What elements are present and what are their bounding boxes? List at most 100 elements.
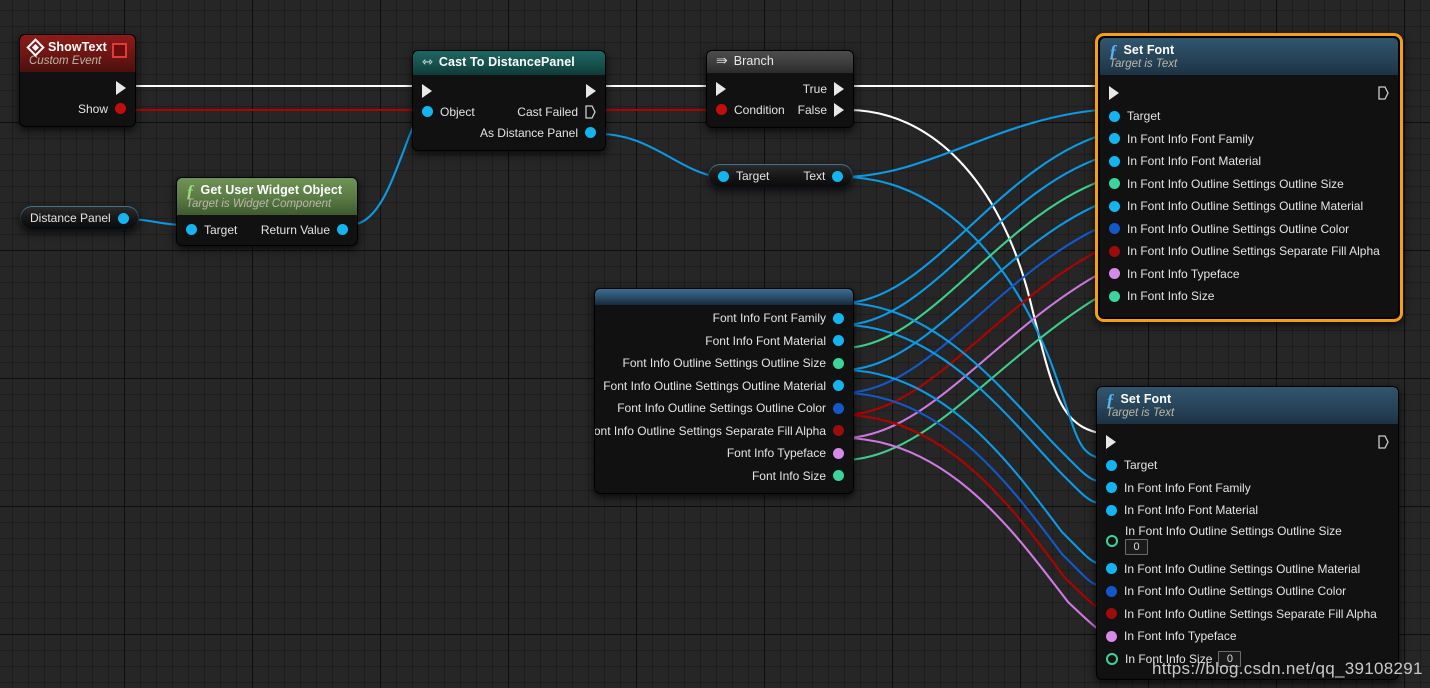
pin-row-separate-fill-alpha[interactable]: Font Info Outline Settings Separate Fill…: [595, 420, 853, 443]
pin-row-outline-material[interactable]: In Font Info Outline Settings Outline Ma…: [1100, 195, 1398, 218]
float-input-pin[interactable]: [1109, 178, 1120, 190]
pin-row-outline-size[interactable]: Font Info Outline Settings Outline Size: [595, 352, 853, 375]
object-input-pin[interactable]: [1109, 155, 1120, 167]
object-input-pin[interactable]: [1106, 482, 1117, 494]
bool-input-pin[interactable]: [1109, 245, 1120, 257]
node-body: Target In Font Info Font Family In Font …: [1097, 424, 1398, 679]
node-header: ƒ Get User Widget Object Target is Widge…: [177, 178, 357, 215]
pin-row-size[interactable]: Font Info Size: [595, 465, 853, 488]
node-header: ƒ Set Font Target is Text: [1097, 387, 1398, 424]
node-header: ⇛ Branch: [707, 51, 853, 73]
node-distance-panel-variable[interactable]: Distance Panel: [20, 206, 139, 230]
object-output-pin[interactable]: [117, 212, 129, 224]
pin-row-outline-color[interactable]: In Font Info Outline Settings Outline Co…: [1100, 218, 1398, 241]
pin-row-typeface[interactable]: In Font Info Typeface: [1100, 263, 1398, 286]
node-cast-to-distance-panel[interactable]: ⇿ Cast To DistancePanel Object Cast Fail…: [412, 50, 606, 151]
object-output-pin[interactable]: [833, 380, 844, 392]
node-get-user-widget-object[interactable]: ƒ Get User Widget Object Target is Widge…: [176, 177, 358, 246]
node-target-text-knot[interactable]: Target Text: [708, 164, 854, 188]
name-output-pin[interactable]: [833, 447, 844, 459]
pin-row-separate-fill-alpha[interactable]: In Font Info Outline Settings Separate F…: [1097, 603, 1398, 626]
exec-output-pin-hollow[interactable]: [1378, 86, 1389, 100]
object-output-pin[interactable]: [832, 170, 844, 182]
float-input-pin[interactable]: [1109, 290, 1120, 302]
object-input-pin[interactable]: [1106, 459, 1117, 471]
float-input-pin-unconnected[interactable]: [1106, 534, 1118, 547]
pin-row-show[interactable]: Show: [20, 98, 135, 119]
pin-cast-failed[interactable]: Cast Failed: [517, 105, 596, 119]
float-input-pin-unconnected[interactable]: [1106, 652, 1118, 665]
pin-row-typeface[interactable]: In Font Info Typeface: [1097, 625, 1398, 648]
node-set-font-top[interactable]: ƒ Set Font Target is Text Target In Font…: [1095, 33, 1403, 322]
pin-row-target[interactable]: Target: [1097, 454, 1398, 477]
node-set-font-bottom[interactable]: ƒ Set Font Target is Text Target In Font…: [1096, 386, 1399, 680]
exec-input-pin[interactable]: [1109, 86, 1119, 100]
pin-condition[interactable]: Condition: [716, 103, 785, 117]
exec-output-pin-hollow[interactable]: [1378, 435, 1389, 449]
struct-output-pin[interactable]: [833, 402, 844, 414]
node-break-font-info[interactable]: Font Info Font Family Font Info Font Mat…: [594, 288, 854, 494]
pin-row-font-material[interactable]: Font Info Font Material: [595, 330, 853, 353]
object-input-pin[interactable]: [1109, 200, 1120, 212]
bool-input-pin[interactable]: [716, 104, 727, 115]
exec-output-pin-true[interactable]: [834, 81, 844, 96]
float-output-pin[interactable]: [833, 470, 844, 482]
object-input-pin[interactable]: [1109, 110, 1120, 122]
pin-row-target[interactable]: Target: [1100, 105, 1398, 128]
pin-row-outline-color[interactable]: Font Info Outline Settings Outline Color: [595, 397, 853, 420]
pin-row-separate-fill-alpha[interactable]: In Font Info Outline Settings Separate F…: [1100, 240, 1398, 263]
exec-output-pin-hollow[interactable]: [585, 104, 596, 119]
pin-row-font-family[interactable]: In Font Info Font Family: [1100, 128, 1398, 151]
struct-input-pin[interactable]: [1106, 585, 1117, 597]
pin-row-exec: [1100, 81, 1398, 105]
name-input-pin[interactable]: [1106, 630, 1117, 642]
exec-output-pin[interactable]: [586, 83, 596, 98]
pin-row-outline-size[interactable]: In Font Info Outline Settings Outline Si…: [1097, 522, 1398, 558]
pin-true[interactable]: True: [802, 81, 844, 96]
float-output-pin[interactable]: [833, 357, 844, 369]
struct-input-pin[interactable]: [1109, 223, 1120, 235]
blueprint-graph-canvas[interactable]: ShowText Custom Event Show Distance Pane…: [0, 0, 1430, 688]
event-collapse-button[interactable]: [112, 43, 127, 58]
pin-row-as-distance-panel[interactable]: As Distance Panel: [413, 122, 605, 143]
pin-row-font-material[interactable]: In Font Info Font Material: [1097, 499, 1398, 522]
pin-row-font-family[interactable]: In Font Info Font Family: [1097, 477, 1398, 500]
pin-row-outline-material[interactable]: In Font Info Outline Settings Outline Ma…: [1097, 558, 1398, 581]
exec-input-pin[interactable]: [716, 81, 726, 96]
pin-row-outline-size[interactable]: In Font Info Outline Settings Outline Si…: [1100, 173, 1398, 196]
node-show-text-custom-event[interactable]: ShowText Custom Event Show: [19, 34, 136, 127]
pin-row-font-family[interactable]: Font Info Font Family: [595, 307, 853, 330]
object-output-pin[interactable]: [585, 127, 596, 138]
pin-row-typeface[interactable]: Font Info Typeface: [595, 442, 853, 465]
pin-object[interactable]: Object: [422, 105, 475, 119]
object-input-pin[interactable]: [718, 170, 729, 182]
pin-label: True: [802, 81, 827, 96]
object-output-pin[interactable]: [337, 224, 348, 235]
object-output-pin[interactable]: [833, 312, 844, 324]
pin-false[interactable]: False: [798, 102, 844, 117]
object-input-pin[interactable]: [1106, 504, 1117, 516]
object-input-pin[interactable]: [1109, 133, 1120, 145]
bool-input-pin[interactable]: [1106, 608, 1117, 620]
name-input-pin[interactable]: [1109, 268, 1120, 280]
pin-row-size[interactable]: In Font Info Size: [1100, 285, 1398, 308]
exec-output-pin[interactable]: [116, 80, 126, 95]
bool-output-pin[interactable]: [833, 425, 844, 437]
variable-label: Distance Panel: [30, 211, 111, 225]
object-input-pin[interactable]: [186, 224, 197, 235]
bool-output-pin[interactable]: [115, 103, 126, 114]
exec-input-pin[interactable]: [422, 83, 432, 98]
object-output-pin[interactable]: [833, 335, 844, 347]
pin-row-outline-material[interactable]: Font Info Outline Settings Outline Mater…: [595, 375, 853, 398]
node-branch[interactable]: ⇛ Branch True Condition False: [706, 50, 854, 128]
object-input-pin[interactable]: [422, 106, 433, 117]
pin-return-value[interactable]: Return Value: [261, 223, 348, 237]
pin-row-font-material[interactable]: In Font Info Font Material: [1100, 150, 1398, 173]
outline-size-value-input[interactable]: 0: [1125, 538, 1148, 555]
exec-output-pin-false[interactable]: [834, 102, 844, 117]
pin-target[interactable]: Target: [186, 223, 237, 237]
object-input-pin[interactable]: [1106, 563, 1117, 575]
pin-row-outline-color[interactable]: In Font Info Outline Settings Outline Co…: [1097, 580, 1398, 603]
pin-row-exec-out[interactable]: [20, 77, 135, 98]
exec-input-pin[interactable]: [1106, 435, 1116, 449]
